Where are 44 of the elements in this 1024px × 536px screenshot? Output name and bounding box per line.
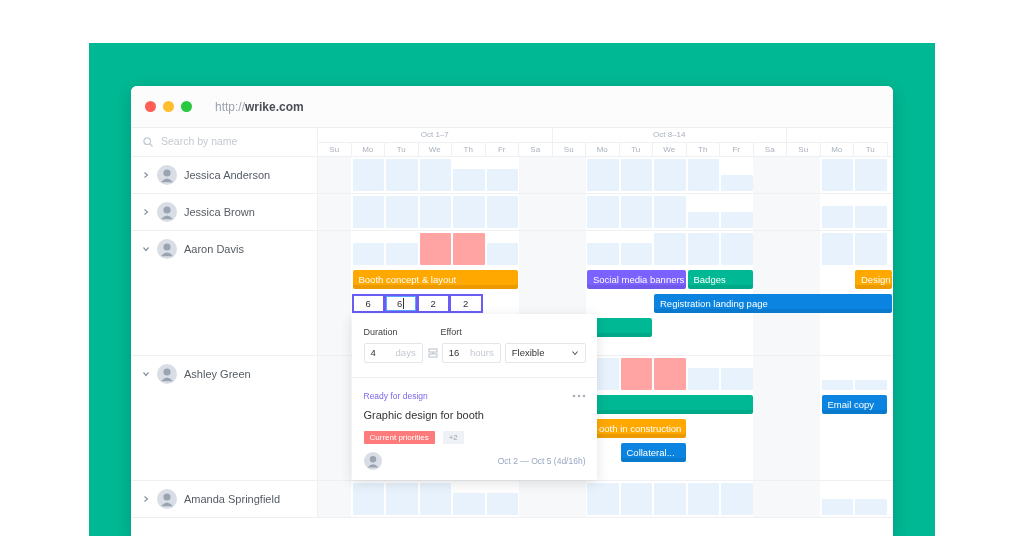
hours-field[interactable]: 6 xyxy=(384,293,418,313)
day-label: Th xyxy=(452,142,486,156)
hours-field[interactable]: 2 xyxy=(416,293,450,313)
tag[interactable]: +2 xyxy=(442,431,464,445)
date-range: Oct 2 — Oct 5 (4d/16h) xyxy=(497,454,586,468)
week-label: Oct 8–14 xyxy=(552,128,787,142)
hours-field[interactable]: 6 xyxy=(351,293,385,313)
day-label: Sa xyxy=(519,142,553,156)
day-label: Tu xyxy=(854,142,888,156)
task-title: Graphic design for booth xyxy=(363,407,485,423)
day-label: Su xyxy=(318,142,352,156)
day-label: Mo xyxy=(351,142,385,156)
tag[interactable]: Current priorities xyxy=(363,431,435,445)
person-name: Aaron Davis xyxy=(184,241,244,257)
task-bar[interactable]: Email copy xyxy=(821,394,887,414)
task-bar[interactable]: Registration landing page xyxy=(654,293,892,313)
day-label: Tu xyxy=(385,142,419,156)
mode-dropdown[interactable]: Flexible xyxy=(504,343,586,363)
day-label: Sa xyxy=(753,142,787,156)
status-text: Ready for design xyxy=(363,390,428,403)
day-label: Fr xyxy=(720,142,754,156)
day-label: Tu xyxy=(619,142,653,156)
day-label: We xyxy=(418,142,452,156)
person-name: Amanda Springfield xyxy=(184,491,280,507)
task-bar[interactable]: Social media banners xyxy=(587,269,686,289)
day-label: Mo xyxy=(586,142,620,156)
duration-field[interactable]: 4 days xyxy=(363,343,423,363)
hours-field[interactable]: 2 xyxy=(449,293,483,313)
search-field[interactable]: Search by name xyxy=(159,133,299,151)
week-label: Oct 1–7 xyxy=(318,128,553,142)
day-label: Su xyxy=(552,142,586,156)
task-bar[interactable]: Collateral... xyxy=(620,442,686,462)
url-text: http://wrike.com xyxy=(215,98,304,116)
day-label: Fr xyxy=(485,142,519,156)
day-label: We xyxy=(653,142,687,156)
person-name: Ashley Green xyxy=(184,366,251,382)
day-label: Th xyxy=(686,142,720,156)
day-label: Su xyxy=(787,142,821,156)
day-label: Mo xyxy=(820,142,854,156)
field-label: Duration xyxy=(363,325,399,339)
task-bar[interactable]: Badges xyxy=(687,269,753,289)
person-name: Jessica Brown xyxy=(184,204,255,220)
field-label: Effort xyxy=(440,325,462,339)
person-name: Jessica Anderson xyxy=(184,167,271,183)
